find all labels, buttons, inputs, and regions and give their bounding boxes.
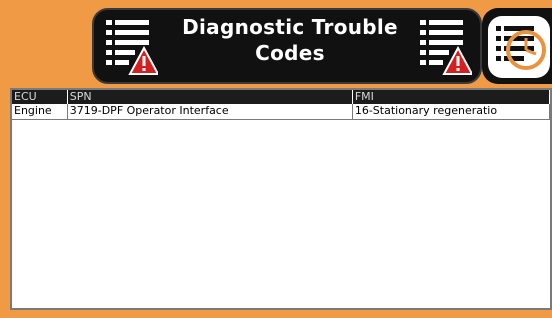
page-title: Diagnostic Trouble Codes <box>165 14 415 66</box>
column-header-fmi[interactable]: FMI <box>352 90 550 104</box>
column-header-spn[interactable]: SPN <box>67 90 353 104</box>
dtc-list-warning-icon[interactable] <box>414 14 472 76</box>
dtc-table: ECU SPN FMI Engine 3719-DPF Operator Int… <box>12 90 550 120</box>
history-button[interactable] <box>482 8 552 84</box>
column-header-ecu[interactable]: ECU <box>12 90 68 104</box>
screen-frame: Diagnostic Trouble Codes ECU SPN FMI Eng… <box>0 0 552 318</box>
table-row[interactable]: Engine 3719-DPF Operator Interface 16-St… <box>12 104 550 120</box>
dtc-table-panel: ECU SPN FMI Engine 3719-DPF Operator Int… <box>10 88 552 310</box>
title-line-1: Diagnostic Trouble <box>182 15 398 39</box>
history-button-face[interactable] <box>488 16 550 78</box>
cell-fmi: 16-Stationary regeneratio <box>352 104 550 120</box>
cell-spn: 3719-DPF Operator Interface <box>67 104 353 120</box>
cell-ecu: Engine <box>12 104 68 120</box>
history-clock-icon <box>496 26 546 70</box>
dtc-list-warning-icon <box>102 16 158 75</box>
table-header-row: ECU SPN FMI <box>12 90 550 104</box>
title-line-2: Codes <box>255 41 325 65</box>
